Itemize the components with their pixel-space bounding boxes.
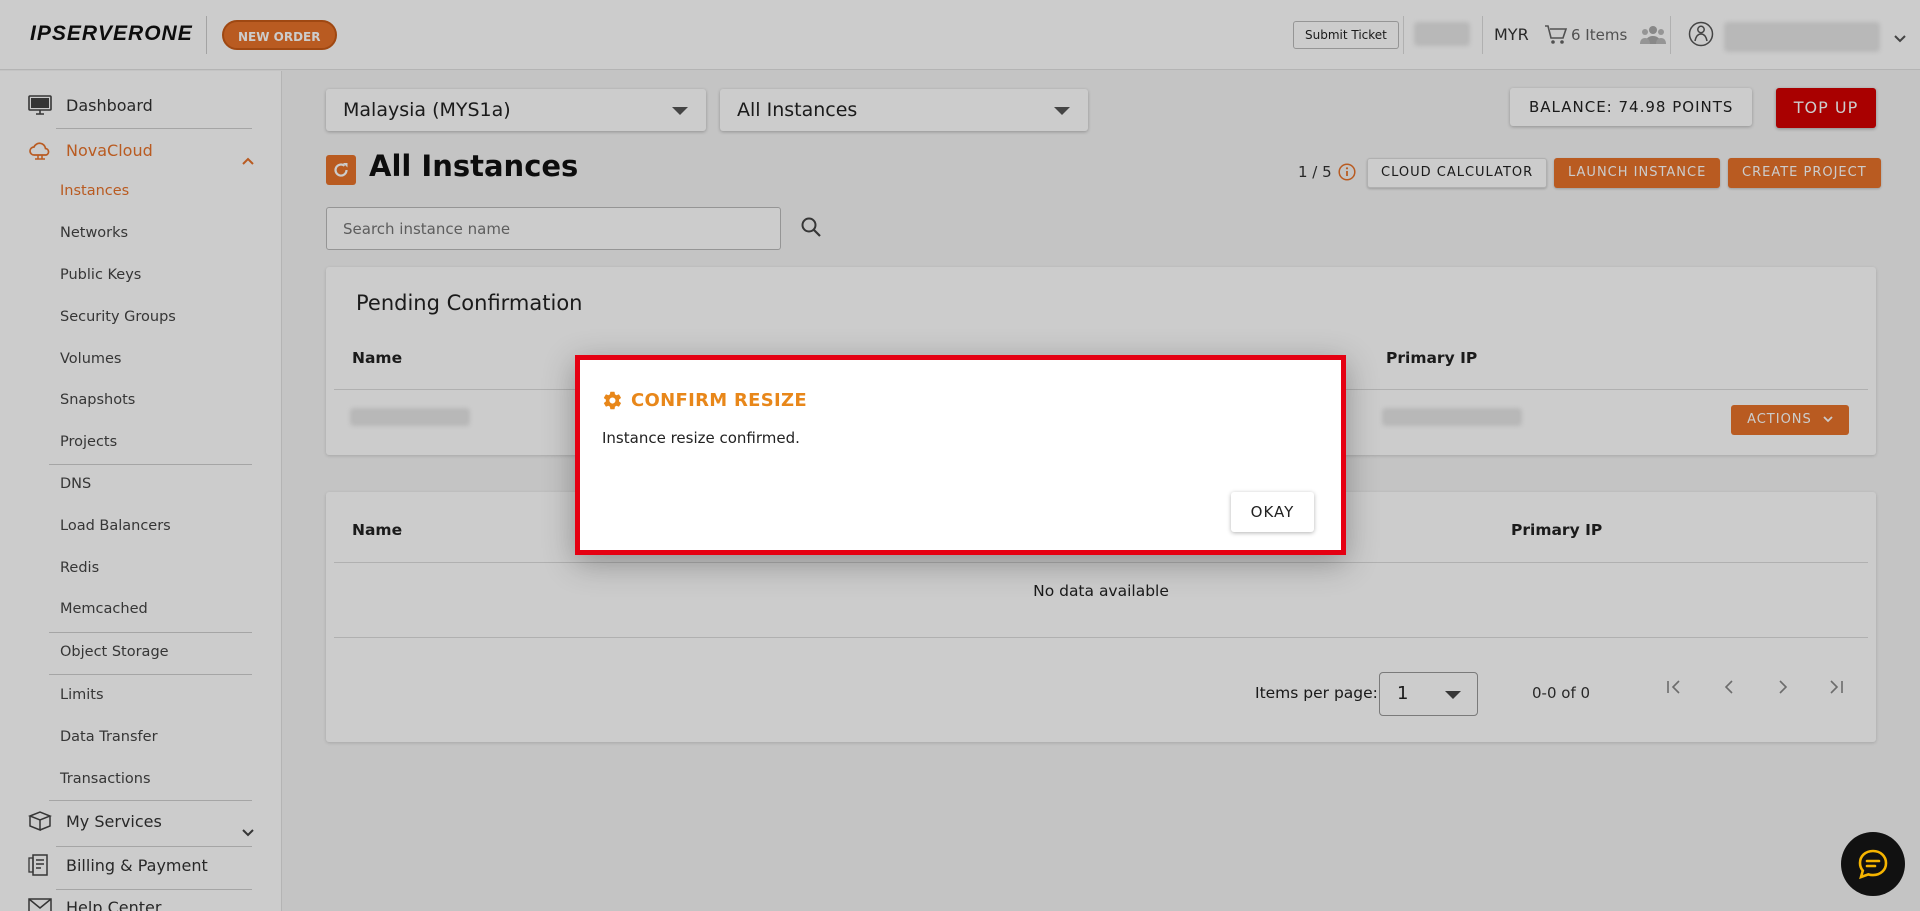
dialog-title-text: CONFIRM RESIZE [631,390,807,411]
chat-icon [1858,849,1888,880]
gear-icon [603,391,621,410]
dialog-message: Instance resize confirmed. [602,429,800,447]
dialog-title: CONFIRM RESIZE [602,390,807,411]
confirm-resize-dialog: CONFIRM RESIZE Instance resize confirmed… [575,355,1346,555]
okay-button[interactable]: OKAY [1231,492,1314,532]
chat-widget-button[interactable] [1841,832,1905,896]
